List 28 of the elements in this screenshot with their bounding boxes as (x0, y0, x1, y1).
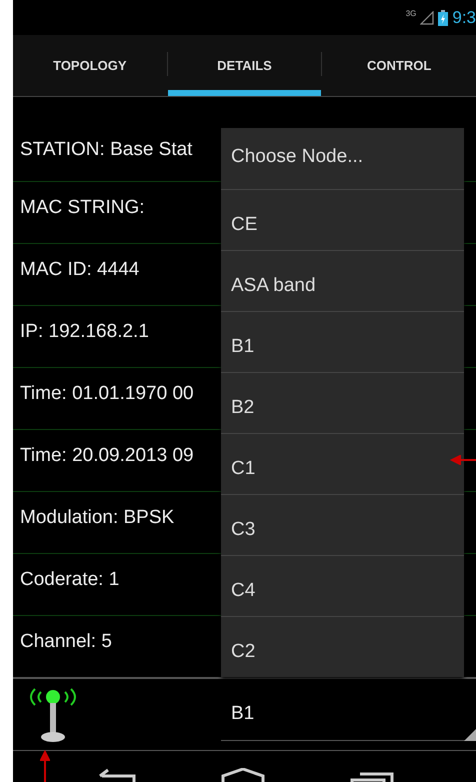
detail-text: Time: 20.09.2013 09 (20, 445, 194, 466)
tab[interactable]: TOPOLOGY (13, 35, 167, 96)
menu-item[interactable]: CE (221, 189, 464, 250)
tab[interactable]: DETAILS (168, 35, 322, 96)
signal-icon (420, 10, 434, 24)
clock: 9:3 (452, 8, 476, 28)
annotation-arrow (40, 750, 50, 782)
battery-charging-icon (438, 10, 448, 26)
menu-item[interactable]: C3 (221, 494, 464, 555)
detail-text: STATION: Base Stat (20, 139, 192, 160)
detail-text: Modulation: BPSK (20, 507, 174, 528)
detail-text: MAC STRING: (20, 197, 145, 218)
annotation-arrow (450, 455, 476, 465)
menu-title: Choose Node... (230, 145, 364, 169)
menu-item[interactable]: C4 (221, 555, 464, 616)
menu-item[interactable]: ASA band (221, 250, 464, 311)
detail-text: Time: 01.01.1970 00 (20, 383, 194, 404)
detail-text: Channel: 5 (20, 631, 112, 652)
network-type: 3G (406, 9, 416, 18)
detail-text: IP: 192.168.2.1 (20, 321, 149, 342)
home-icon[interactable] (220, 768, 264, 782)
menu-item[interactable]: B2 (221, 372, 464, 433)
menu-item[interactable]: B1 (221, 311, 464, 372)
menu-item[interactable]: C2 (221, 616, 464, 677)
detail-text: Coderate: 1 (20, 569, 120, 590)
tab[interactable]: CONTROL (322, 35, 476, 96)
detail-text: MAC ID: 4444 (20, 259, 140, 280)
spinner-corner-icon (464, 729, 476, 741)
